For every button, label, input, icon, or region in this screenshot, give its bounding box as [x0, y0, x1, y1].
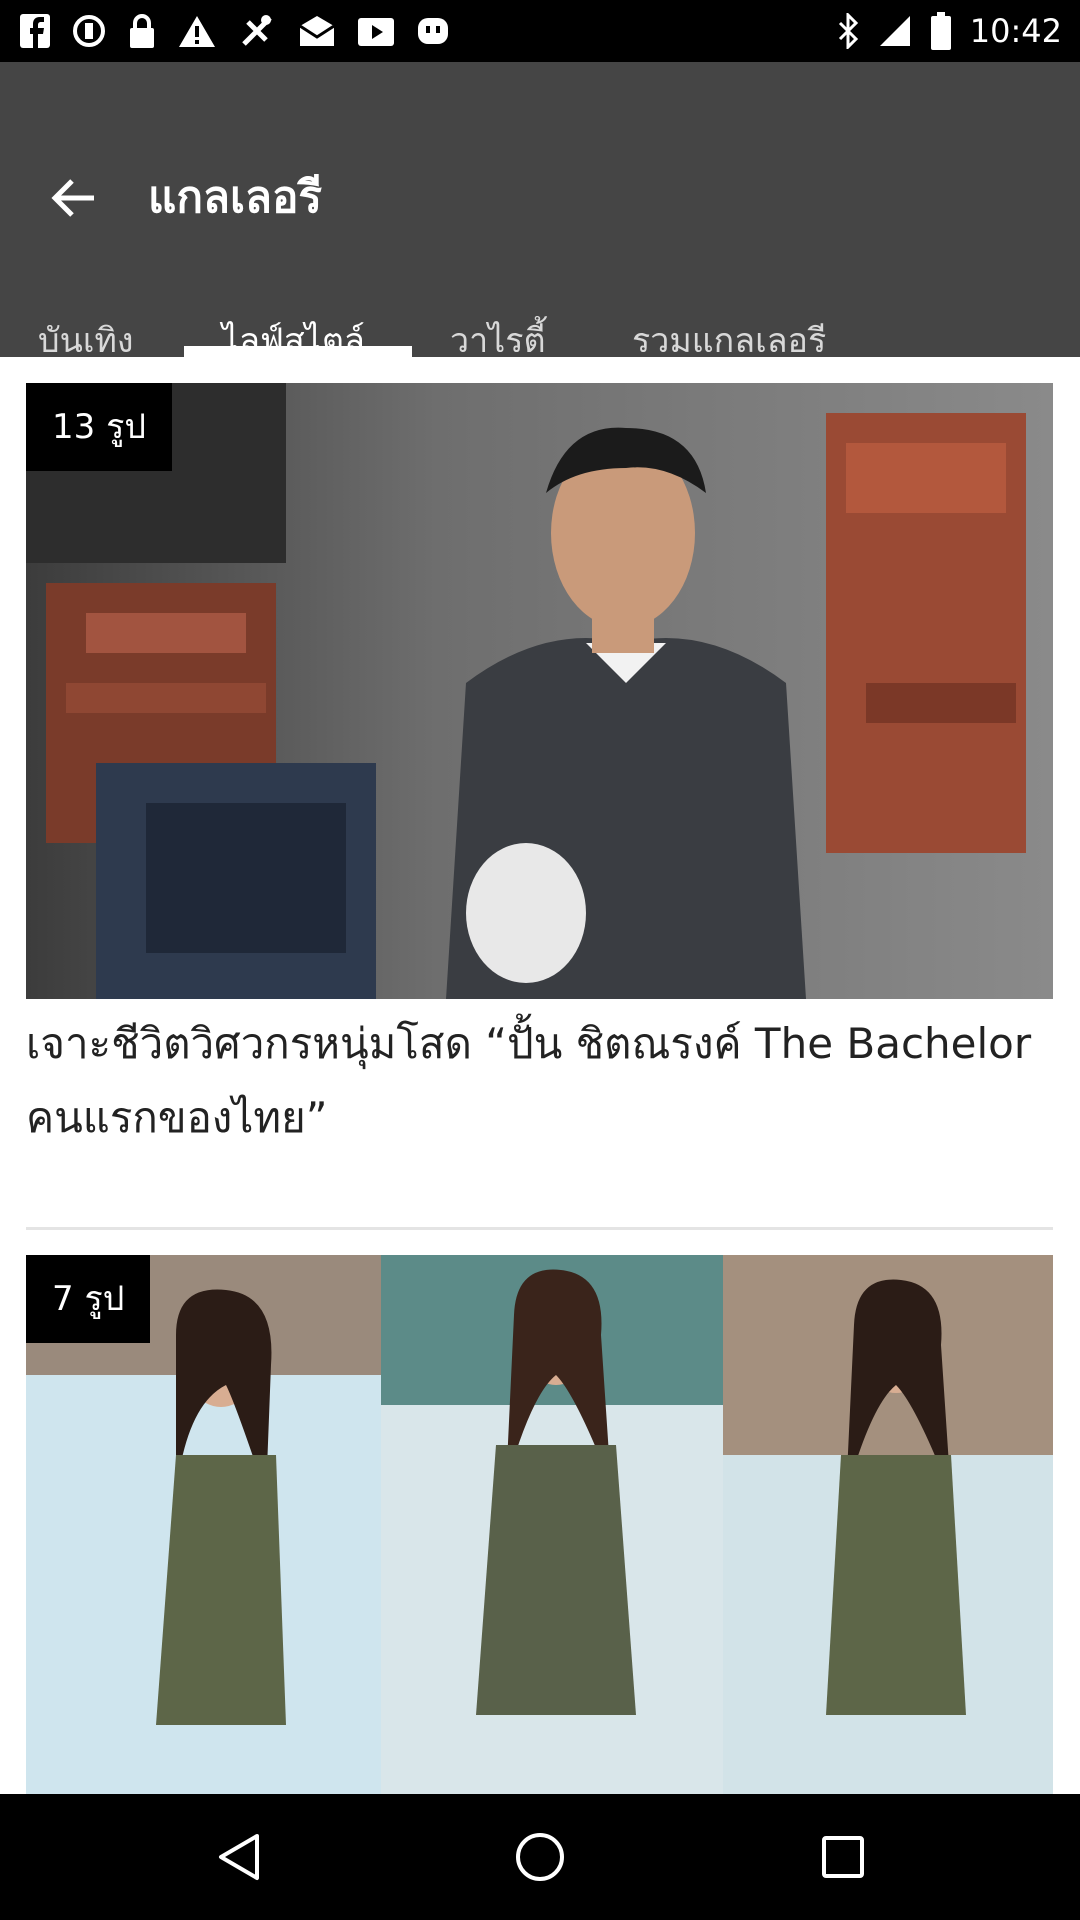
bluetooth-icon	[838, 13, 858, 49]
battery-icon	[930, 12, 951, 50]
bbm-icon	[418, 18, 448, 44]
page-title: แกลเลอรี	[148, 172, 323, 223]
photo-engineer	[26, 383, 1053, 999]
video-icon	[358, 18, 394, 46]
gallery-image[interactable]: 7 รูป	[26, 1255, 1053, 1794]
status-bar: 10:42	[0, 0, 1080, 62]
back-triangle-icon	[219, 1834, 259, 1880]
nav-home-button[interactable]	[505, 1822, 575, 1892]
signal-icon	[879, 16, 910, 46]
photo-count-badge: 7 รูป	[26, 1255, 151, 1343]
clock: 10:42	[969, 12, 1062, 50]
warning-icon	[179, 16, 215, 47]
photo-count-badge: 13 รูป	[26, 383, 172, 471]
system-nav-bar	[0, 1794, 1080, 1920]
lock-icon	[130, 14, 154, 48]
nav-back-button[interactable]	[203, 1822, 273, 1892]
facebook-icon	[20, 14, 50, 48]
home-circle-icon	[516, 1833, 564, 1881]
fake-gps-icon	[242, 15, 272, 46]
mail-icon	[299, 16, 335, 46]
gallery-list: 13 รูป เจาะชีวิตวิศวกรหนุ่มโสด “ปั้น ชิต…	[0, 357, 1080, 1794]
back-button[interactable]	[42, 167, 104, 229]
photo-swimwear-collage	[26, 1255, 1053, 1794]
divider	[26, 1227, 1053, 1230]
sync-icon	[73, 15, 105, 47]
active-tab-indicator	[184, 346, 412, 357]
back-arrow-icon	[51, 179, 94, 217]
notification-icons	[20, 8, 450, 54]
nav-recents-button[interactable]	[808, 1822, 878, 1892]
app-bar: แกลเลอรี บันเทิง ไลฟ์สไตล์ วาไรตี้ รวมแก…	[0, 62, 1080, 361]
gallery-image[interactable]: 13 รูป	[26, 383, 1053, 999]
gallery-headline[interactable]: เจาะชีวิตวิศวกรหนุ่มโสด “ปั้น ชิตณรงค์ T…	[26, 1007, 1056, 1155]
recents-square-icon	[822, 1836, 864, 1878]
system-status: 10:42	[836, 8, 1062, 54]
